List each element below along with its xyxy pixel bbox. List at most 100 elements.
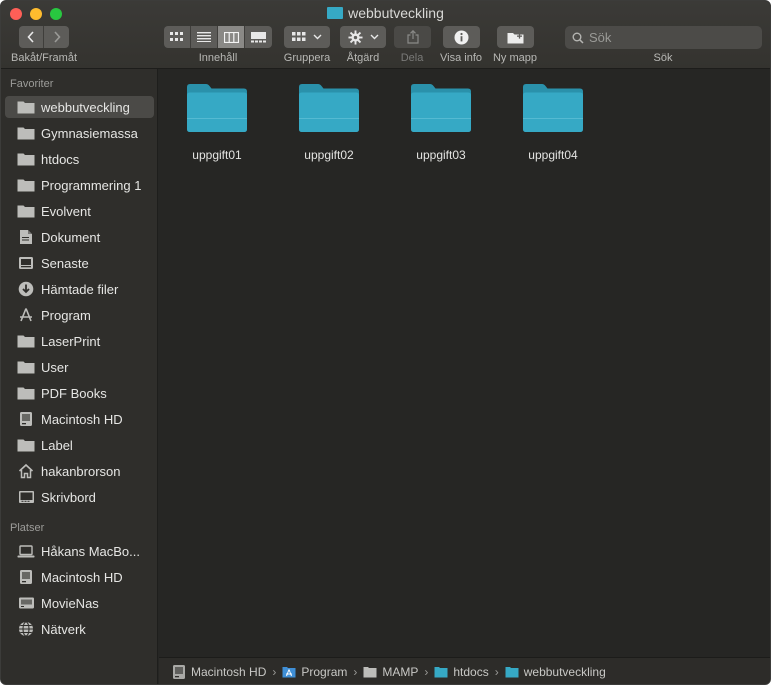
sidebar-item-label: Håkans MacBo... (41, 543, 140, 559)
sidebar-item-label: Nätverk (41, 621, 86, 637)
sidebar-item-label: User (41, 359, 69, 375)
hard-drive-icon (17, 411, 35, 427)
group-button[interactable] (284, 26, 330, 48)
sidebar-item-label: Gymnasiemassa (41, 125, 138, 141)
sidebar-item-label: webbutveckling (41, 99, 130, 115)
search-field[interactable] (565, 26, 762, 49)
sidebar-item-user[interactable]: User (5, 356, 154, 378)
new-folder-button[interactable] (497, 26, 534, 48)
chevron-down-icon (370, 34, 378, 40)
sidebar-item-macintosh-hd[interactable]: Macintosh HD (5, 408, 154, 430)
recents-icon (17, 255, 35, 271)
icon-grid-icon (170, 32, 183, 41)
sidebar-location-macintosh-hd[interactable]: Macintosh HD (5, 566, 154, 588)
sidebar-item-senaste[interactable]: Senaste (5, 252, 154, 274)
document-icon (17, 229, 35, 245)
window-title-text: webbutveckling (348, 5, 444, 21)
sidebar-item-label: Evolvent (41, 203, 91, 219)
share-label: Dela (400, 52, 424, 64)
info-label: Visa info (440, 52, 482, 64)
back-button[interactable] (19, 26, 44, 48)
folder-icon (187, 84, 247, 132)
back-forward-label: Bakåt/Framåt (10, 52, 78, 64)
sidebar-location-nätverk[interactable]: Nätverk (5, 618, 154, 640)
folder-icon (17, 151, 35, 167)
search-input[interactable] (589, 30, 749, 45)
folder-icon (17, 203, 35, 219)
sidebar-location-håkans-macbo[interactable]: Håkans MacBo... (5, 540, 154, 562)
laptop-icon (17, 543, 35, 559)
hard-drive-icon (172, 664, 186, 680)
path-crumb[interactable]: Program (282, 665, 347, 679)
sidebar-item-label: htdocs (41, 151, 80, 167)
sidebar-item-label: Label (41, 437, 73, 453)
folder-icon (299, 84, 359, 132)
folder-item[interactable]: uppgift01 (167, 83, 267, 162)
view-label: Innehåll (198, 52, 238, 64)
folder-icon (434, 666, 448, 678)
sidebar-location-movienas[interactable]: MovieNas (5, 592, 154, 614)
sidebar-item-programmering-1[interactable]: Programmering 1 (5, 174, 154, 196)
sidebar-item-program[interactable]: Program (5, 304, 154, 326)
path-crumb[interactable]: MAMP (363, 665, 418, 679)
folder-icon (505, 666, 519, 678)
sidebar-item-webbutveckling[interactable]: webbutveckling (5, 96, 154, 118)
sidebar: Favoriter webbutveckling Gymnasiemassa htd… (1, 69, 158, 684)
sidebar-item-gymnasiemassa[interactable]: Gymnasiemassa (5, 122, 154, 144)
icon-view-button[interactable] (164, 26, 191, 48)
sidebar-item-pdf-books[interactable]: PDF Books (5, 382, 154, 404)
folder-icon (17, 437, 35, 453)
group-label: Gruppera (283, 52, 331, 64)
folder-item[interactable]: uppgift03 (391, 83, 491, 162)
locations-header: Platser (10, 522, 45, 534)
folder-icon (523, 84, 583, 132)
sidebar-item-evolvent[interactable]: Evolvent (5, 200, 154, 222)
gallery-view-button[interactable] (245, 26, 272, 48)
folder-item[interactable]: uppgift04 (503, 83, 603, 162)
file-browser-area: uppgift01 uppgift02 uppgift03 uppgift04 (159, 69, 770, 657)
list-view-button[interactable] (191, 26, 218, 48)
search-label: Sök (653, 52, 673, 64)
sidebar-item-htdocs[interactable]: htdocs (5, 148, 154, 170)
path-crumb[interactable]: Macintosh HD (172, 664, 266, 680)
info-button[interactable] (443, 26, 480, 48)
sidebar-item-label: Senaste (41, 255, 89, 271)
sidebar-item-label: LaserPrint (41, 333, 101, 349)
sidebar-item-laserprint[interactable]: LaserPrint (5, 330, 154, 352)
chevron-right-icon: › (494, 665, 499, 679)
sidebar-item-label[interactable]: Label (5, 434, 154, 456)
sidebar-item-label: Macintosh HD (41, 569, 123, 585)
sidebar-item-label: Dokument (41, 229, 101, 245)
sidebar-item-dokument[interactable]: Dokument (5, 226, 154, 248)
path-crumb-label: htdocs (453, 665, 489, 679)
sidebar-item-hakanbrorson[interactable]: hakanbrorson (5, 460, 154, 482)
applications-icon (17, 307, 35, 323)
sidebar-item-label: Skrivbord (41, 489, 96, 505)
forward-button[interactable] (44, 26, 69, 48)
path-crumb-label: webbutveckling (523, 665, 606, 679)
folder-name: uppgift01 (192, 148, 242, 162)
path-crumb[interactable]: webbutveckling (505, 665, 606, 679)
folder-icon (17, 99, 35, 115)
gear-icon (347, 29, 363, 45)
folder-icon (17, 385, 35, 401)
folder-item[interactable]: uppgift02 (279, 83, 379, 162)
path-crumb[interactable]: htdocs (434, 665, 489, 679)
path-bar: Macintosh HD › Program › MAMP › htdocs › webbutv… (159, 657, 770, 684)
new-folder-icon (507, 32, 524, 43)
path-crumb-label: Program (301, 665, 348, 679)
column-view-button[interactable] (218, 26, 245, 48)
action-button[interactable] (340, 26, 386, 48)
sidebar-item-label: Hämtade filer (41, 281, 119, 297)
chevron-right-icon: › (353, 665, 358, 679)
share-button[interactable] (394, 26, 431, 48)
sidebar-item-label: PDF Books (41, 385, 107, 401)
view-mode-control (164, 26, 272, 48)
toolbar: webbutveckling Bakåt/Framåt Innehåll Gru… (1, 1, 770, 69)
sidebar-item-skrivbord[interactable]: Skrivbord (5, 486, 154, 508)
sidebar-item-hämtade-filer[interactable]: Hämtade filer (5, 278, 154, 300)
sidebar-item-label: Program (41, 307, 91, 323)
folder-icon (17, 125, 35, 141)
network-icon (17, 621, 35, 637)
back-forward-control (19, 26, 69, 48)
